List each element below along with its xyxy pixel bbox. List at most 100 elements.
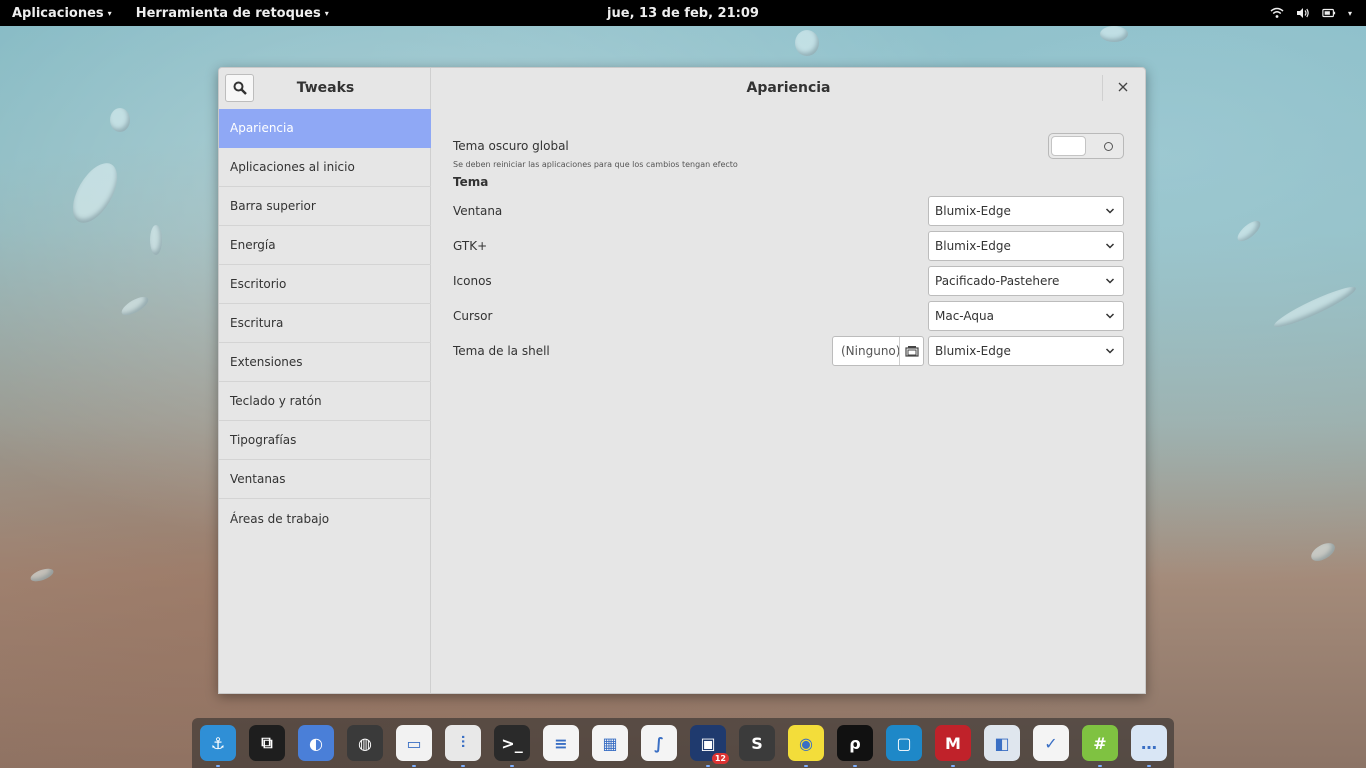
dock-item[interactable]: ▢ [886, 725, 922, 761]
dark-theme-label: Tema oscuro global [453, 139, 569, 153]
pen-icon: ρ [849, 733, 861, 753]
dropdown-value: Blumix-Edge [935, 239, 1011, 253]
raindrop [119, 293, 151, 319]
dock-item[interactable]: S [739, 725, 775, 761]
dock-item[interactable]: ▣ 12 [690, 725, 729, 767]
sidebar-item-label: Áreas de trabajo [230, 511, 330, 526]
applications-menu-label: Aplicaciones [12, 5, 104, 21]
notification-badge: 12 [711, 753, 729, 764]
theme-row-gtk: GTK+ Blumix-Edge [453, 231, 1124, 261]
dock-item[interactable]: ≡ [543, 725, 579, 761]
dock-item[interactable]: ◐ [298, 725, 334, 761]
dock-item[interactable]: ρ [837, 725, 873, 767]
dark-theme-switch[interactable] [1048, 133, 1124, 159]
raindrop [1308, 539, 1338, 565]
chevron-down-icon [1105, 278, 1115, 284]
dock-item[interactable]: ⫶ [445, 725, 481, 767]
sidebar-item-teclado-raton[interactable]: Teclado y ratón [219, 382, 431, 421]
running-indicator [804, 765, 808, 767]
folder-icon: ▭ [406, 733, 422, 753]
chevron-down-icon [1105, 313, 1115, 319]
sidebar-item-escritorio[interactable]: Escritorio [219, 265, 431, 304]
sidebar-item-tipografias[interactable]: Tipografías [219, 421, 431, 460]
shell-theme-file-button[interactable]: (Ninguno) [832, 336, 924, 366]
calc-icon: ▦ [602, 733, 618, 753]
close-button[interactable] [1115, 79, 1131, 95]
header-separator [1102, 75, 1103, 101]
raindrop [29, 566, 55, 584]
sidebar-header: Tweaks [219, 68, 430, 108]
raindrop [110, 108, 130, 132]
running-indicator [706, 765, 710, 767]
sidebar-item-extensiones[interactable]: Extensiones [219, 343, 431, 382]
dropdown-value: Blumix-Edge [935, 204, 1011, 218]
sidebar-item-label: Ventanas [230, 472, 286, 486]
app-menu[interactable]: Herramienta de retoques ▾ [124, 0, 341, 26]
dock-item[interactable]: ◍ [347, 725, 383, 761]
raindrop [1234, 217, 1264, 245]
tweaks-icon: ⫶ [460, 733, 465, 752]
wifi-icon [1270, 7, 1284, 18]
sidebar-item-label: Extensiones [230, 355, 303, 369]
sidebar-item-label: Barra superior [230, 199, 316, 213]
dropdown-value: Mac-Aqua [935, 309, 994, 323]
raindrop [1100, 26, 1128, 42]
applications-menu[interactable]: Aplicaciones ▾ [0, 0, 124, 26]
sidebar-item-aplicaciones-inicio[interactable]: Aplicaciones al inicio [219, 148, 431, 187]
dock-item[interactable]: # [1082, 725, 1118, 767]
hashtag-icon: # [1093, 733, 1107, 753]
dock-item[interactable]: … [1131, 725, 1167, 767]
raindrop [150, 225, 162, 255]
clock[interactable]: jue, 13 de feb, 21:09 [607, 6, 759, 21]
cursor-theme-dropdown[interactable]: Mac-Aqua [928, 301, 1124, 331]
dropdown-arrow-icon: ▾ [107, 8, 112, 18]
dock-item[interactable]: ✓ [1033, 725, 1069, 761]
search-icon [233, 81, 247, 95]
theme-section-heading: Tema [453, 175, 489, 189]
dock: ⚓ ⧉ ◐ ◍ ▭ ⫶ >_ ≡ ▦ ∫ ▣ 12 S ◉ ρ ▢ M ◧ ✓ # … [192, 718, 1174, 768]
sidebar-item-areas-trabajo[interactable]: Áreas de trabajo [219, 499, 431, 538]
math-icon: ∫ [654, 733, 664, 753]
gtk-theme-dropdown[interactable]: Blumix-Edge [928, 231, 1124, 261]
anchor-icon: ⚓ [210, 733, 226, 753]
tasks-icon: ✓ [1044, 733, 1058, 753]
globe-icon: ◍ [358, 733, 372, 753]
dock-item[interactable]: ◧ [984, 725, 1020, 761]
theme-row-label: Iconos [453, 274, 492, 288]
ventana-theme-dropdown[interactable]: Blumix-Edge [928, 196, 1124, 226]
running-indicator [510, 765, 514, 767]
theme-row-label: Cursor [453, 309, 493, 323]
sidebar-item-apariencia[interactable]: Apariencia [219, 109, 431, 148]
theme-row-iconos: Iconos Pacificado-Pastehere [453, 266, 1124, 296]
theme-section-row: Tema [453, 174, 1124, 190]
dropdown-arrow-icon: ▾ [324, 8, 329, 18]
dock-item[interactable]: ▦ [592, 725, 628, 761]
status-menu-arrow-icon: ▾ [1347, 8, 1352, 18]
dock-item[interactable]: ◉ [788, 725, 824, 767]
sidebar-item-energia[interactable]: Energía [219, 226, 431, 265]
dock-item[interactable]: >_ [494, 725, 530, 767]
dock-item[interactable]: ∫ [641, 725, 677, 761]
sidebar-item-label: Energía [230, 238, 276, 252]
system-status-area[interactable]: ▾ [1270, 0, 1352, 26]
sidebar-list: Apariencia Aplicaciones al inicio Barra … [219, 109, 431, 538]
dock-item[interactable]: ⧉ [249, 725, 285, 761]
dock-item[interactable]: M [935, 725, 971, 767]
sidebar-item-barra-superior[interactable]: Barra superior [219, 187, 431, 226]
file-button-label: (Ninguno) [841, 344, 901, 358]
sidebar-item-ventanas[interactable]: Ventanas [219, 460, 431, 499]
switch-off-icon [1104, 142, 1113, 151]
dock-item[interactable]: ⚓ [200, 725, 236, 767]
calendar-icon: ▣ [700, 733, 716, 753]
dark-theme-hint: Se deben reiniciar las aplicaciones para… [453, 159, 738, 169]
window-icon: ▢ [896, 733, 912, 753]
icon-theme-dropdown[interactable]: Pacificado-Pastehere [928, 266, 1124, 296]
search-button[interactable] [225, 74, 254, 102]
tweaks-window: Tweaks Apariencia Aplicaciones al inicio… [218, 67, 1146, 694]
shell-theme-dropdown[interactable]: Blumix-Edge [928, 336, 1124, 366]
firefox-icon: ◐ [309, 733, 323, 753]
sidebar-item-escritura[interactable]: Escritura [219, 304, 431, 343]
running-indicator [951, 765, 955, 767]
app-menu-label: Herramienta de retoques [135, 5, 321, 21]
dock-item[interactable]: ▭ [396, 725, 432, 767]
